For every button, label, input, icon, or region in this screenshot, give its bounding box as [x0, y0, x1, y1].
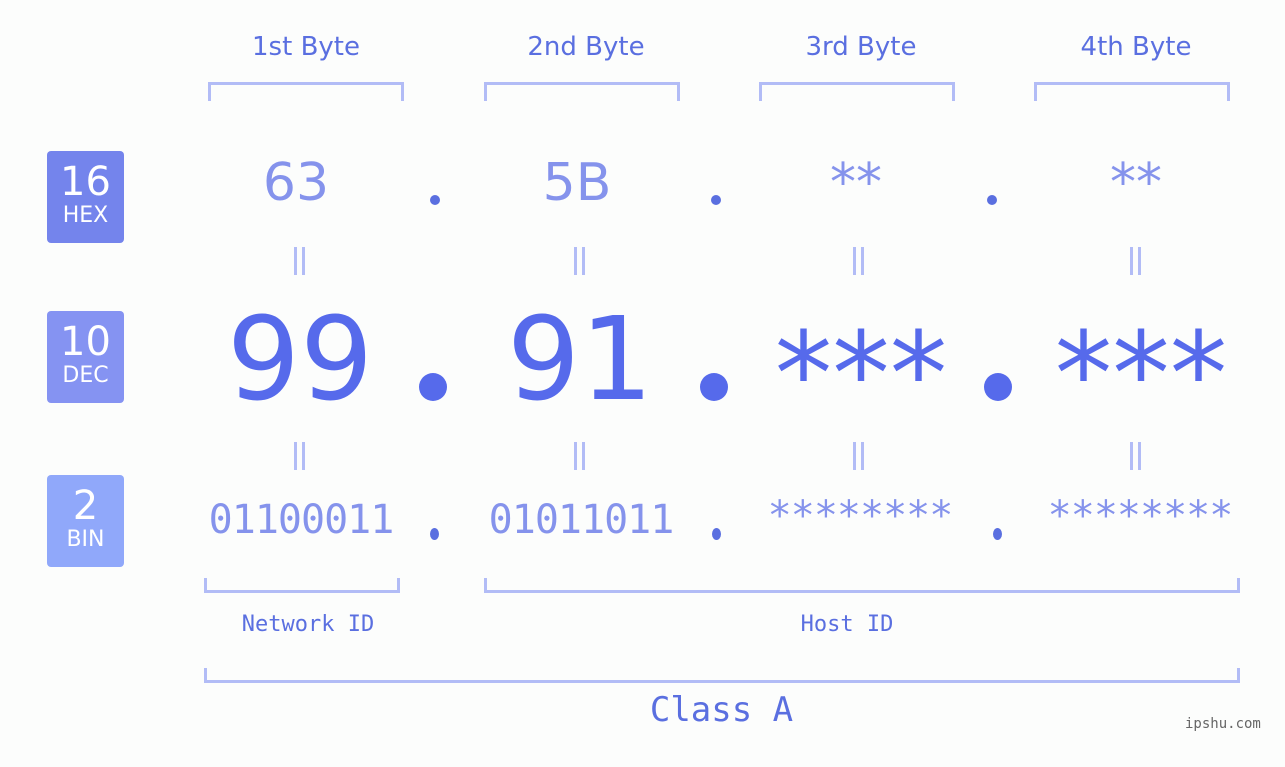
hex-byte-1: 63: [262, 153, 330, 213]
hex-byte-2: 5B: [542, 153, 612, 213]
dec-badge: 10 DEC: [47, 311, 124, 403]
bin-dot-1: [430, 528, 439, 540]
bin-badge: 2 BIN: [47, 475, 124, 567]
equals-icon: [1126, 442, 1146, 470]
network-id-label: Network ID: [241, 612, 375, 637]
dec-byte-4: ***: [1054, 308, 1228, 442]
hex-dot-3: [987, 195, 997, 205]
equals-icon: [290, 442, 310, 470]
hex-dot-1: [430, 195, 440, 205]
host-id-label: Host ID: [800, 612, 894, 637]
equals-icon: [570, 442, 590, 470]
class-bracket: [204, 668, 1240, 683]
byte-bracket-2: [484, 82, 680, 101]
dec-byte-1: 99: [226, 293, 374, 427]
hex-dot-2: [711, 195, 721, 205]
dec-base-label: DEC: [62, 363, 109, 388]
host-id-bracket: [484, 578, 1240, 593]
dec-dot-1: [419, 373, 447, 401]
bin-byte-1: 01100011: [208, 497, 395, 543]
equals-icon: [1126, 247, 1146, 275]
bin-byte-2: 01011011: [488, 497, 675, 543]
equals-icon: [570, 247, 590, 275]
bin-byte-3: ********: [767, 493, 954, 539]
byte-bracket-3: [759, 82, 955, 101]
hex-base-number: 16: [60, 159, 111, 205]
watermark: ipshu.com: [1185, 716, 1261, 732]
dec-byte-3: ***: [774, 308, 948, 442]
byte-bracket-4: [1034, 82, 1230, 101]
bin-dot-3: [993, 528, 1002, 540]
hex-base-label: HEX: [62, 203, 109, 228]
equals-icon: [849, 247, 869, 275]
class-label: Class A: [649, 690, 794, 730]
bin-byte-4: ********: [1047, 493, 1234, 539]
dec-base-number: 10: [60, 319, 111, 365]
byte-header-2: 2nd Byte: [527, 32, 645, 62]
hex-byte-4: **: [1110, 153, 1162, 213]
bin-base-label: BIN: [66, 527, 105, 552]
hex-byte-3: **: [830, 153, 882, 213]
dec-byte-2: 91: [506, 293, 654, 427]
bin-base-number: 2: [72, 483, 99, 529]
byte-header-3: 3rd Byte: [805, 32, 917, 62]
byte-bracket-1: [208, 82, 404, 101]
dec-dot-3: [984, 373, 1012, 401]
bin-dot-2: [712, 528, 721, 540]
equals-icon: [849, 442, 869, 470]
network-id-bracket: [204, 578, 400, 593]
dec-dot-2: [700, 373, 728, 401]
hex-badge: 16 HEX: [47, 151, 124, 243]
equals-icon: [290, 247, 310, 275]
byte-header-4: 4th Byte: [1080, 32, 1192, 62]
byte-header-1: 1st Byte: [252, 32, 360, 62]
